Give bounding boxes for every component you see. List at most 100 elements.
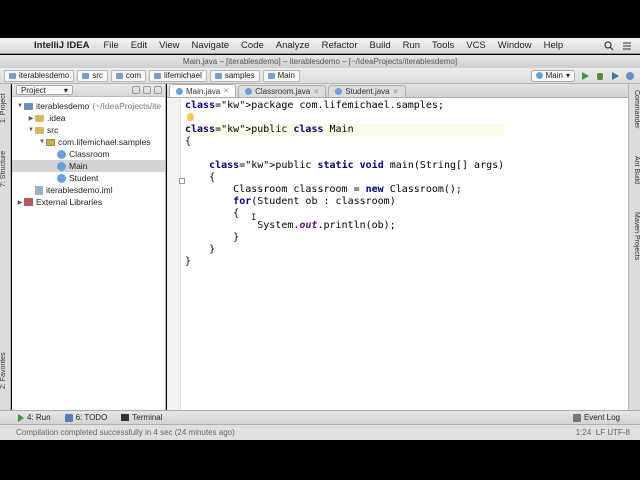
editor-gutter[interactable] — [167, 98, 181, 410]
breadcrumb-src[interactable]: src — [77, 69, 108, 82]
tab-student-java[interactable]: Student.java ✕ — [328, 85, 406, 97]
todo-tool-button[interactable]: 6: TODO — [64, 413, 107, 422]
maven-projects-tool-tab[interactable]: Maven Projects — [630, 212, 640, 272]
code-line[interactable]: } — [185, 232, 504, 244]
project-tool-tab[interactable]: 1: Project — [0, 88, 11, 128]
breadcrumb-samples[interactable]: samples — [209, 69, 260, 82]
close-icon[interactable]: ✕ — [393, 88, 399, 96]
structure-tool-tab[interactable]: 7: Structure — [0, 144, 11, 194]
code-line[interactable]: { — [185, 172, 504, 184]
tree-item[interactable]: ▼ com.lifemichael.samples — [12, 136, 165, 148]
coverage-icon[interactable] — [610, 71, 620, 81]
class-icon — [57, 161, 66, 171]
menu-refactor[interactable]: Refactor — [322, 40, 358, 51]
code-line[interactable]: } — [185, 244, 504, 256]
chevron-down-icon: ▾ — [63, 85, 68, 95]
tab-main-java[interactable]: Main.java ✕ — [169, 84, 237, 97]
class-icon — [57, 173, 66, 183]
right-tool-strip: Commander Ant Build Maven Projects — [628, 84, 640, 410]
run-icon[interactable] — [580, 71, 590, 81]
menu-analyze[interactable]: Analyze — [276, 40, 310, 51]
tree-item[interactable]: iterablesdemo.iml — [12, 184, 165, 196]
code-area[interactable]: class="kw">package com.lifemichael.sampl… — [185, 100, 505, 268]
menu-code[interactable]: Code — [241, 40, 264, 51]
tree-item[interactable]: ▼ iterablesdemo (~/IdeaProjects/ite — [12, 100, 165, 112]
run-tool-button[interactable]: 4: Run — [18, 413, 51, 422]
code-line[interactable]: { — [185, 136, 504, 148]
menu-list-icon[interactable] — [622, 41, 632, 51]
code-line[interactable]: } — [185, 256, 504, 268]
code-line[interactable] — [185, 148, 504, 160]
status-message[interactable]: Compilation completed successfully in 4 … — [16, 428, 235, 437]
menu-tools[interactable]: Tools — [432, 40, 454, 51]
project-panel: Project ▾ ▼ iterablesdemo (~/IdeaProjects/… — [12, 84, 166, 410]
menu-vcs[interactable]: VCS — [466, 40, 486, 51]
menu-edit[interactable]: Edit — [131, 40, 147, 51]
code-line[interactable] — [185, 112, 504, 124]
code-line[interactable]: class="kw">package com.lifemichael.sampl… — [185, 100, 504, 112]
class-icon — [176, 87, 183, 95]
close-icon[interactable]: ✕ — [223, 87, 229, 95]
event-log-button[interactable]: Event Log — [572, 413, 640, 422]
close-icon[interactable]: ✕ — [313, 88, 319, 96]
tree-item[interactable]: Main — [12, 160, 165, 172]
tree-item[interactable]: Student — [12, 172, 165, 184]
ant-build-tool-tab[interactable]: Ant Build — [630, 156, 640, 200]
code-line[interactable]: System.out.println(ob); — [185, 220, 504, 232]
video-letterbox-top — [0, 0, 640, 38]
run-configuration-select[interactable]: Main ▾ — [530, 69, 575, 82]
debug-icon[interactable] — [595, 71, 605, 81]
tree-item-path: (~/IdeaProjects/ite — [92, 101, 162, 111]
chevron-right-icon[interactable]: ▶ — [27, 115, 35, 122]
cursor-position[interactable]: 1:24 LF UTF-8 — [576, 428, 640, 437]
package-icon — [46, 138, 55, 146]
code-line[interactable]: Classroom classroom = new Classroom(); — [185, 184, 504, 196]
breadcrumb-com[interactable]: com — [110, 69, 147, 82]
favorites-tool-tab[interactable]: 2: Favorites — [0, 346, 11, 396]
code-line[interactable]: for(Student ob : classroom) — [185, 196, 504, 208]
tree-item[interactable]: ▼ src — [12, 124, 165, 136]
code-line[interactable]: { — [185, 208, 504, 220]
run-icon — [18, 413, 24, 422]
chevron-down-icon[interactable]: ▼ — [16, 103, 24, 109]
menu-navigate[interactable]: Navigate — [192, 40, 230, 51]
tab-classroom-java[interactable]: Classroom.java ✕ — [238, 85, 327, 97]
help-icon[interactable] — [625, 71, 635, 81]
breadcrumb-lifemichael[interactable]: lifemichael — [149, 69, 207, 82]
breadcrumb-project[interactable]: iterablesdemo — [4, 69, 75, 82]
terminal-icon — [121, 414, 130, 421]
menu-run[interactable]: Run — [403, 40, 420, 51]
app-menu[interactable]: IntelliJ IDEA — [34, 40, 89, 51]
status-bar: Compilation completed successfully in 4 … — [0, 424, 640, 440]
navigation-bar: iterablesdemo src com lifemichael sample… — [0, 68, 640, 84]
tree-item[interactable]: ▶ External Libraries — [12, 196, 165, 208]
class-icon — [57, 149, 66, 159]
collapse-icon[interactable] — [143, 86, 151, 94]
menu-window[interactable]: Window — [498, 40, 532, 51]
chevron-down-icon[interactable]: ▼ — [27, 127, 35, 133]
gear-icon[interactable] — [154, 86, 162, 94]
video-letterbox-bottom — [0, 440, 640, 480]
tree-item-label: .idea — [47, 113, 66, 123]
tree-item[interactable]: Classroom — [12, 148, 165, 160]
menu-help[interactable]: Help — [544, 40, 564, 51]
menu-file[interactable]: File — [103, 40, 118, 51]
code-line[interactable]: class="kw">public static void main(Strin… — [185, 160, 504, 172]
tree-item[interactable]: ▶ .idea — [12, 112, 165, 124]
folder-icon — [9, 72, 16, 79]
left-tool-strip: 1: Project 7: Structure 2: Favorites — [0, 84, 11, 410]
breadcrumb-main[interactable]: Main — [262, 69, 300, 82]
menu-view[interactable]: View — [159, 40, 179, 51]
chevron-down-icon[interactable]: ▼ — [38, 139, 46, 145]
project-view-select[interactable]: Project ▾ — [16, 85, 73, 95]
code-editor[interactable]: Main.java ✕ Classroom.java ✕ Student.java ✕… — [167, 84, 628, 410]
chevron-right-icon[interactable]: ▶ — [16, 199, 24, 206]
code-line[interactable]: class="kw">public class Main — [185, 124, 505, 136]
terminal-tool-button[interactable]: Terminal — [121, 413, 163, 422]
tree-item-label: Student — [69, 173, 99, 183]
menu-build[interactable]: Build — [369, 40, 390, 51]
search-icon[interactable] — [604, 40, 614, 51]
sync-icon[interactable] — [132, 86, 140, 94]
tree-item-label: External Libraries — [36, 197, 103, 207]
commander-tool-tab[interactable]: Commander — [630, 90, 640, 146]
